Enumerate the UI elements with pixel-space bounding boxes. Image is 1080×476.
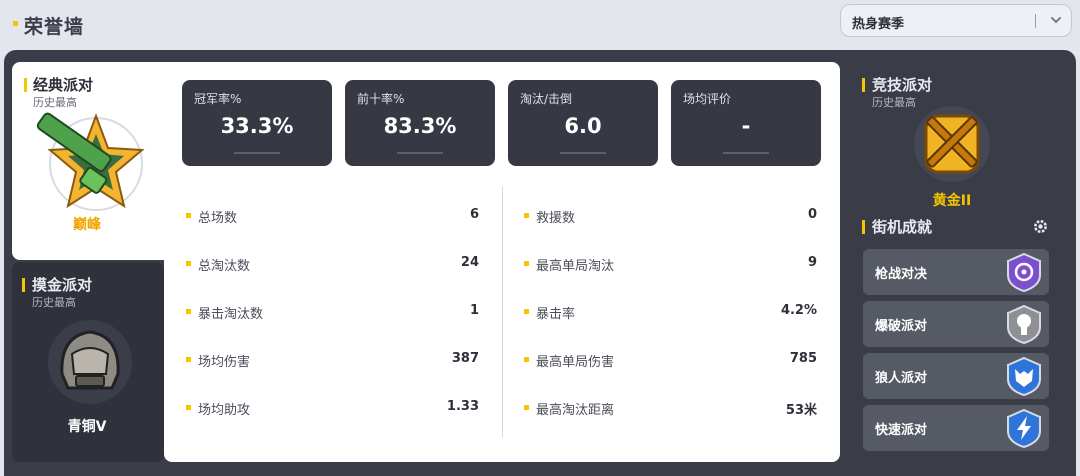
stat-bullet (186, 213, 191, 218)
stat-label: 最高淘汰距离 (536, 403, 615, 418)
stat-value: 1 (469, 303, 479, 318)
arcade-item[interactable]: 快速派对 (863, 405, 1049, 451)
competitive-party-card[interactable]: 竞技派对 历史最高 黄金II (852, 62, 1064, 212)
section-accent-bar (862, 220, 865, 234)
arcade-item[interactable]: 狼人派对 (863, 353, 1049, 399)
chevron-down-icon[interactable] (1049, 13, 1063, 27)
competitive-party-rank: 黄金II (932, 193, 972, 209)
stat-value: 1.33 (446, 399, 479, 414)
top-bar: 荣誉墙 热身赛季 (0, 0, 1080, 50)
stat-label: 总场数 (198, 211, 238, 226)
arcade-achievements-title: 街机成就 (872, 218, 933, 236)
section-accent-bar (24, 78, 27, 92)
stat-bullet (524, 261, 529, 266)
stat-bullet (186, 261, 191, 266)
arcade-item[interactable]: 枪战对决 (863, 249, 1049, 295)
stat-tile-value: 83.3% (383, 114, 457, 138)
stat-row: 最高单局伤害 785 (524, 350, 817, 370)
stat-tile-underline (560, 152, 606, 154)
wolf-badge-icon (1007, 356, 1041, 397)
stat-row: 总淘汰数 24 (186, 254, 479, 274)
classic-party-rank: 巅峰 (73, 217, 101, 233)
season-select-value: 热身赛季 (852, 17, 905, 32)
title-accent-dot (13, 21, 18, 26)
stat-tile-value: 6.0 (564, 114, 602, 138)
season-select[interactable]: 热身赛季 (840, 4, 1072, 37)
stat-label: 总淘汰数 (198, 259, 251, 274)
stat-bullet (524, 309, 529, 314)
stat-label: 暴击淘汰数 (198, 307, 264, 322)
section-accent-bar (862, 78, 865, 92)
stat-row: 暴击淘汰数 1 (186, 302, 479, 322)
stat-tile-value: - (741, 114, 751, 138)
stat-label: 最高单局淘汰 (536, 259, 615, 274)
classic-party-title: 经典派对 (33, 76, 94, 94)
stat-tile: 前十率% 83.3% (345, 80, 495, 166)
stat-value: 53米 (785, 403, 817, 418)
peak-star-badge-icon (36, 112, 145, 211)
stat-bullet (524, 405, 529, 410)
stat-bullet (524, 357, 529, 362)
gold-crossed-rifles-badge-icon (914, 106, 990, 182)
column-divider (502, 186, 503, 438)
stat-row: 总场数 6 (186, 206, 479, 226)
gear-icon[interactable] (1032, 218, 1049, 235)
stat-row: 场均助攻 1.33 (186, 398, 479, 418)
arcade-item-label: 狼人派对 (875, 371, 928, 386)
stat-row: 最高单局淘汰 9 (524, 254, 817, 274)
stat-tile-value: 33.3% (220, 114, 294, 138)
lightning-badge-icon (1007, 408, 1041, 449)
stat-bullet (186, 309, 191, 314)
section-accent-bar (22, 278, 25, 292)
classic-party-card[interactable]: 经典派对 历史最高 巅峰 (12, 62, 172, 260)
stat-value: 4.2% (780, 303, 817, 318)
stat-row: 最高淘汰距离 53米 (524, 398, 817, 418)
stat-tile-label: 前十率% (357, 92, 405, 106)
stat-row: 暴击率 4.2% (524, 302, 817, 322)
stat-bullet (186, 405, 191, 410)
stat-value: 387 (451, 351, 479, 366)
gold-party-card[interactable]: 摸金派对 历史最高 青铜V (12, 262, 164, 462)
stat-tile-label: 冠军率% (194, 92, 242, 106)
stat-tile-label: 场均评价 (683, 92, 732, 106)
season-select-divider (1035, 14, 1036, 28)
stat-row: 场均伤害 387 (186, 350, 479, 370)
arcade-item-label: 快速派对 (875, 423, 928, 438)
arcade-item-label: 枪战对决 (875, 267, 928, 282)
stat-label: 最高单局伤害 (536, 355, 615, 370)
stat-value: 24 (460, 255, 479, 270)
stat-tile-label: 淘汰/击倒 (520, 92, 573, 106)
stat-bullet (524, 213, 529, 218)
stat-label: 场均伤害 (198, 355, 251, 370)
stat-label: 暴击率 (536, 307, 576, 322)
stat-tile-underline (397, 152, 443, 154)
stat-bullet (186, 357, 191, 362)
gold-party-rank: 青铜V (67, 419, 107, 435)
stat-label: 场均助攻 (198, 403, 251, 418)
stat-value: 785 (789, 351, 817, 366)
stat-value: 6 (469, 207, 479, 222)
stat-tile-underline (723, 152, 769, 154)
page-title: 荣誉墙 (24, 16, 85, 38)
gold-party-subtitle: 历史最高 (32, 296, 76, 309)
stat-value: 0 (807, 207, 817, 222)
explosion-badge-icon (1007, 304, 1041, 345)
stat-tile: 冠军率% 33.3% (182, 80, 332, 166)
stat-tile-underline (234, 152, 280, 154)
target-badge-icon (1007, 252, 1041, 293)
stat-row: 救援数 0 (524, 206, 817, 226)
gold-party-title: 摸金派对 (32, 276, 93, 294)
stat-value: 9 (807, 255, 817, 270)
arcade-item-label: 爆破派对 (875, 319, 928, 334)
stat-tile: 淘汰/击倒 6.0 (508, 80, 658, 166)
stat-label: 救援数 (536, 211, 576, 226)
competitive-party-title: 竞技派对 (872, 76, 933, 94)
arcade-item[interactable]: 爆破派对 (863, 301, 1049, 347)
stat-tile: 场均评价 - (671, 80, 821, 166)
bronze-helmet-badge-icon (48, 320, 132, 404)
